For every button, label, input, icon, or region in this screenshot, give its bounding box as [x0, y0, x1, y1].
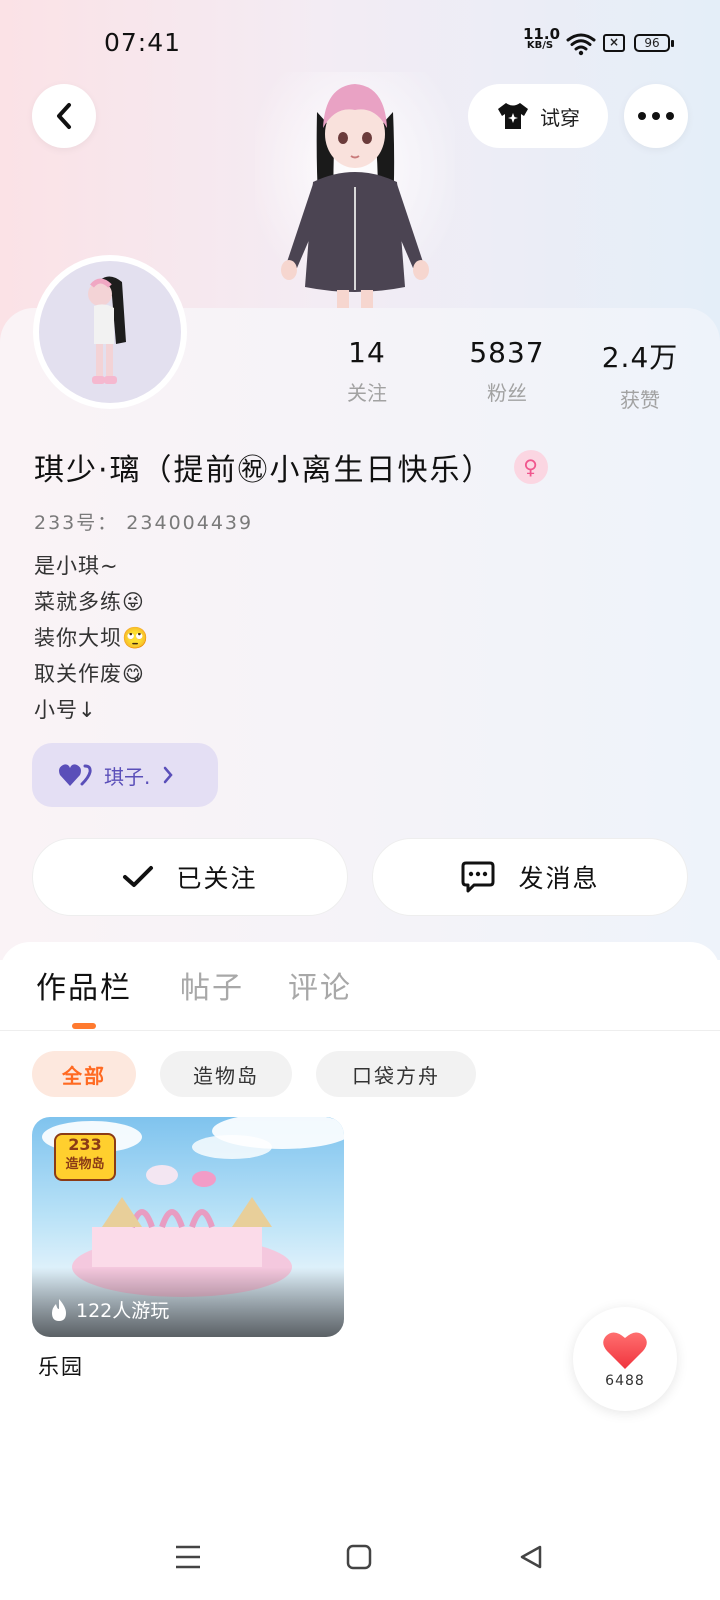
try-on-button[interactable]: 试穿 [468, 84, 608, 148]
send-message-label: 发消息 [518, 864, 600, 893]
stat-likes-label: 获赞 [620, 388, 660, 412]
bio-line: 小号↓ [34, 698, 97, 722]
more-button[interactable] [624, 84, 688, 148]
following-button[interactable]: 已关注 [32, 838, 348, 916]
filter-pocket-ark[interactable]: 口袋方舟 [316, 1051, 476, 1097]
checkmark-icon [123, 866, 154, 887]
work-title[interactable]: 乐园 [38, 1351, 84, 1381]
following-label: 已关注 [176, 864, 258, 893]
game-badge-text: 造物岛 [65, 1157, 105, 1172]
avatar-image [39, 261, 181, 403]
tab-comments[interactable]: 评论 [288, 963, 352, 1007]
play-count-text: 122人游玩 [76, 1300, 170, 1322]
stat-likes-value: 2.4万 [601, 341, 679, 374]
flame-icon [52, 1298, 66, 1321]
system-nav-bar [0, 1530, 720, 1600]
no-sim-icon: × [603, 34, 625, 52]
tab-indicator [72, 1023, 96, 1029]
stat-following-value: 14 [348, 336, 386, 369]
network-speed-unit: KB/S [526, 40, 554, 51]
status-time: 07:41 [104, 28, 182, 57]
game-badge: 233 造物岛 [54, 1133, 116, 1181]
network-speed-value: 11.0 [523, 25, 561, 43]
linked-account-name: 琪子. [104, 764, 151, 789]
home-icon[interactable] [346, 1544, 372, 1570]
back-triangle-icon[interactable] [518, 1544, 544, 1570]
send-message-button[interactable]: 发消息 [372, 838, 688, 916]
back-button[interactable] [32, 84, 96, 148]
chat-bubble-icon [461, 861, 495, 893]
bio-line: 是小琪~ [34, 554, 119, 578]
game-badge-number: 233 [68, 1135, 102, 1154]
wifi-icon [566, 33, 596, 56]
stat-fans[interactable]: 5837 粉丝 [452, 336, 562, 406]
chevron-right-icon [164, 766, 174, 784]
stat-fans-label: 粉丝 [487, 381, 527, 405]
try-on-label: 试穿 [540, 105, 580, 130]
user-id[interactable]: 233号： 234004439 [34, 508, 253, 535]
female-gender-icon: ♀ [513, 450, 548, 484]
heart-icon [603, 1332, 647, 1369]
linked-account-pill[interactable]: 琪子. [32, 743, 218, 807]
filter-all[interactable]: 全部 [32, 1051, 136, 1097]
name-row: 琪少·璃（提前㊗小离生日快乐） ♀ [34, 445, 548, 489]
stat-following[interactable]: 14 关注 [312, 336, 422, 406]
tshirt-icon [498, 103, 528, 129]
chevron-left-icon [57, 103, 71, 129]
battery-icon: 96 [634, 34, 674, 52]
like-count: 6488 [605, 1373, 645, 1389]
profile-name: 琪少·璃（提前㊗小离生日快乐） [34, 453, 494, 488]
avatar[interactable] [33, 255, 187, 409]
battery-level: 96 [644, 36, 660, 50]
network-speed: 11.0 KB/S [523, 25, 561, 52]
double-heart-icon [59, 764, 92, 786]
bio: 是小琪~ 菜就多练😜 装你大坝🙄 取关作废😋 小号↓ [34, 548, 149, 728]
play-count: 122人游玩 [50, 1296, 169, 1323]
avatar-figure [88, 276, 126, 384]
tab-posts[interactable]: 帖子 [180, 963, 244, 1007]
like-button[interactable]: 6488 [573, 1307, 677, 1411]
more-dots-icon [638, 112, 674, 120]
tab-works[interactable]: 作品栏 [36, 963, 132, 1007]
work-card[interactable]: 233 造物岛 122人游玩 [32, 1117, 344, 1337]
tab-divider [0, 1030, 720, 1031]
stat-fans-value: 5837 [469, 336, 545, 369]
stat-likes[interactable]: 2.4万 获赞 [585, 336, 695, 413]
bio-line: 取关作废😋 [34, 662, 145, 686]
menu-icon[interactable] [174, 1544, 202, 1570]
stat-following-label: 关注 [347, 381, 387, 405]
bio-line: 装你大坝🙄 [34, 626, 150, 650]
bio-line: 菜就多练😜 [34, 590, 145, 614]
filter-creation-island[interactable]: 造物岛 [160, 1051, 292, 1097]
character-figure [255, 72, 455, 312]
